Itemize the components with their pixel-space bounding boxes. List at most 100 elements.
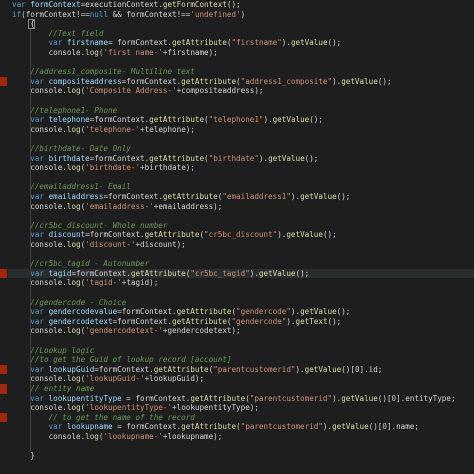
code-token: getValue [332,422,369,432]
code-line[interactable]: var lookupGuid=formContext.getAttribute (… [12,365,382,375]
code-token: getValue [341,76,378,86]
code-line[interactable]: //telephone1- Phone [12,106,117,116]
code-line[interactable]: //cr5bc_discount- Whole number [12,221,167,231]
code-line[interactable]: var discount=formContext.getAttribute("c… [12,230,336,240]
code-token: discount [48,230,86,240]
code-token: //birthdate- Date Only [12,144,131,153]
code-token: =formContext. [89,153,150,163]
code-line[interactable]: console.log('lookupentityType-'+lookupen… [12,403,259,413]
code-token: log [66,278,81,288]
code-line[interactable]: //Lookup logic [12,346,94,356]
code-token: console. [12,432,86,441]
error-marker [0,268,7,279]
code-token: getValue [272,115,310,125]
code-token: var [12,393,49,403]
code-line[interactable]: } [12,451,35,461]
code-line[interactable]: console.log('gendercodetext-'+gendercode… [12,326,240,336]
code-token: 'undefined' [190,9,241,19]
code-line[interactable]: // to get the name of the record [12,413,195,423]
code-line[interactable]: console.log('tagid-'+tagid); [12,278,158,288]
code-line[interactable]: //Text field [12,28,104,39]
code-token: null [89,9,109,19]
code-line[interactable]: var birthdate=formContext.getAttribute("… [12,154,318,164]
code-token: 'first name-' [103,48,163,57]
code-line[interactable]: //address1_composite- Multiline text [12,67,195,77]
code-token: lookupGuid [48,364,95,374]
code-token: (); [295,268,310,278]
code-token: ()[ [368,422,383,432]
code-token: getAttribute [176,307,232,317]
code-token: getValue [258,268,296,278]
code-token: var [12,115,49,125]
code-line[interactable]: var formContext=executionContext.getForm… [12,0,241,10]
code-token: getAttribute [162,192,218,201]
code-token: "cr5bc_tagid" [190,268,250,278]
code-token: ). [281,38,291,48]
code-line[interactable]: var gendercodetext=formContext.getAttrib… [12,317,341,327]
code-line[interactable]: // entity name [12,384,94,394]
code-line[interactable]: var tagid=formContext.getAttribute("cr5b… [12,269,309,279]
code-token: 'telephone-' [85,124,141,134]
code-line[interactable]: console.log('lookupGuid-'+lookupGuid); [12,374,204,384]
code-token: +emailaddress); [153,201,223,211]
code-token: tagid [48,268,72,278]
code-token: =formContext. [117,307,177,317]
code-line[interactable]: var telephone=formContext.getAttribute("… [12,115,323,125]
editor-gutter [0,0,8,474]
code-line[interactable]: console.log('Composite Address-'+composi… [12,86,263,96]
code-token: log [66,374,81,384]
code-line[interactable]: console.log('discount-'+discount); [12,240,185,250]
code-line[interactable]: var emailaddress=formContext.getAttribut… [12,192,350,202]
code-line[interactable]: if(formContext!==null && formContext!=='… [12,10,245,20]
code-token: getValue [268,153,305,163]
code-token: = formContext. [121,393,191,403]
code-line[interactable]: var lookupentityType = formContext.getAt… [12,393,455,404]
code-token: //address1_composite- Multiline text [12,67,195,77]
code-token: telephone [48,115,90,125]
code-token: //telephone1- Phone [12,105,118,115]
code-token: +lookupentityType); [172,403,259,413]
code-line[interactable]: var lookupname = formContext.getAttribut… [12,422,419,432]
code-token: ). [290,192,301,201]
code-line[interactable]: //emailaddress1- Email [12,182,131,192]
code-line[interactable]: console.log('emailaddress-'+emailaddress… [12,202,222,212]
code-token: log [66,240,81,249]
code-token: getAttribute [130,268,186,278]
code-token: getAttribute [181,422,237,432]
code-token: (); [309,115,323,125]
code-token: if [12,9,22,19]
code-token: log [66,326,81,336]
code-token: "firstname" [231,38,282,48]
code-token: var [12,422,67,432]
code-token: getValue [290,38,328,48]
code-token: console. [12,86,67,96]
code-line[interactable]: //birthdate- Date Only [12,144,131,154]
code-token: getAttribute [153,364,209,374]
code-token: +telephone); [140,124,195,134]
code-line[interactable]: //gendercode - Choice [12,298,126,308]
code-line[interactable]: //cr5bc_tagid - Autonumber [12,259,149,269]
code-token: log [85,432,99,441]
code-token: =formContext. [112,316,173,326]
code-token: ). [286,316,296,326]
code-line[interactable]: console.log('lookupname-'+lookupname); [12,432,223,442]
code-token: console. [12,326,67,336]
code-line[interactable]: var compositeaddress=formContext.getAttr… [12,76,391,87]
code-line[interactable]: { [12,19,35,29]
code-token: console. [12,403,67,413]
code-token: //Text field [12,28,104,38]
code-line[interactable]: //to get the Guid of lookup record [acco… [12,355,231,365]
code-token: "parentcustomerid" [240,422,323,432]
code-token: log [66,201,81,211]
code-token: getValue [300,307,337,317]
code-line[interactable]: var gendercodevalue=formContext.getAttri… [12,307,350,317]
code-line[interactable]: var firstname= formContext.getAttribute (… [12,38,342,48]
code-token: (); [336,307,351,317]
code-token: ). [332,393,342,403]
code-line[interactable]: console.log('first name-'+firstname); [12,48,218,58]
code-token: emailaddress [48,192,104,201]
code-line[interactable]: console.log('telephone-'+telephone); [12,125,195,135]
code-line[interactable]: console.log('birthdate-'+birthdate); [12,163,195,173]
code-editor[interactable]: var formContext=executionContext.getForm… [0,0,474,474]
code-token: console. [12,201,67,211]
